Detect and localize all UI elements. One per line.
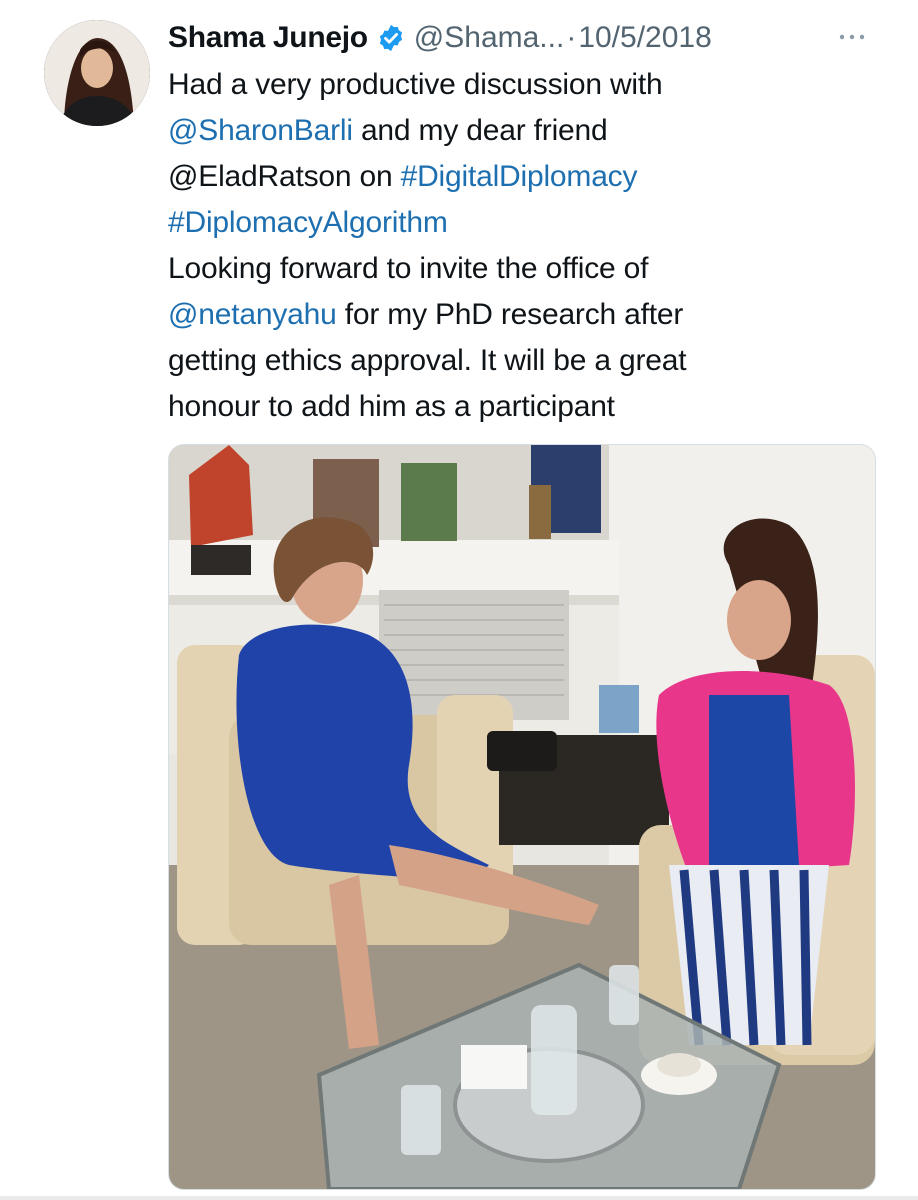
- tweet-text: Had a very productive discussion with @Sh…: [168, 62, 868, 430]
- more-options-icon[interactable]: [834, 22, 870, 52]
- tweet-text-segment: and my dear friend: [352, 114, 608, 147]
- tweet-text-line: @netanyahu for my PhD research after: [168, 292, 868, 338]
- tweet-date[interactable]: 10/5/2018: [578, 18, 711, 58]
- tweet-text-line: getting ethics approval. It will be a gr…: [168, 338, 868, 384]
- hashtag-link[interactable]: #DiplomacyAlgorithm: [168, 206, 448, 239]
- avatar-image: [44, 20, 150, 126]
- avatar[interactable]: [44, 20, 150, 126]
- bottom-divider: [0, 1196, 918, 1200]
- tweet-text-segment: Looking forward to invite the office of: [168, 252, 649, 285]
- author-display-name[interactable]: Shama Junejo: [168, 18, 368, 58]
- tweet-text-line: #DiplomacyAlgorithm: [168, 200, 868, 246]
- separator-dot: ·: [566, 21, 577, 54]
- tweet-photo[interactable]: [168, 444, 876, 1190]
- author-handle[interactable]: @Shama...: [414, 18, 565, 58]
- tweet-text-segment: for my PhD research after: [336, 298, 684, 331]
- tweet-text-line: @SharonBarli and my dear friend: [168, 108, 868, 154]
- tweet-text-segment: @EladRatson on: [168, 160, 401, 193]
- tweet-text-line: Looking forward to invite the office of: [168, 246, 868, 292]
- tweet-text-line: honour to add him as a participant: [168, 384, 868, 430]
- hashtag-link[interactable]: #DigitalDiplomacy: [401, 160, 638, 193]
- verified-badge-icon: [376, 23, 406, 53]
- meeting-photo: [169, 445, 875, 1189]
- tweet-text-segment: getting ethics approval. It will be a gr…: [168, 344, 687, 377]
- tweet-text-segment: Had a very productive discussion with: [168, 68, 663, 101]
- tweet-text-segment: honour to add him as a participant: [168, 390, 615, 423]
- tweet-header: Shama Junejo @Shama... · 10/5/2018: [168, 18, 712, 58]
- tweet-text-line: @EladRatson on #DigitalDiplomacy: [168, 154, 868, 200]
- tweet: Shama Junejo @Shama... · 10/5/2018 Had a…: [0, 0, 918, 1200]
- tweet-text-line: Had a very productive discussion with: [168, 62, 868, 108]
- mention-link[interactable]: @SharonBarli: [168, 114, 353, 147]
- mention-link[interactable]: @netanyahu: [168, 298, 337, 331]
